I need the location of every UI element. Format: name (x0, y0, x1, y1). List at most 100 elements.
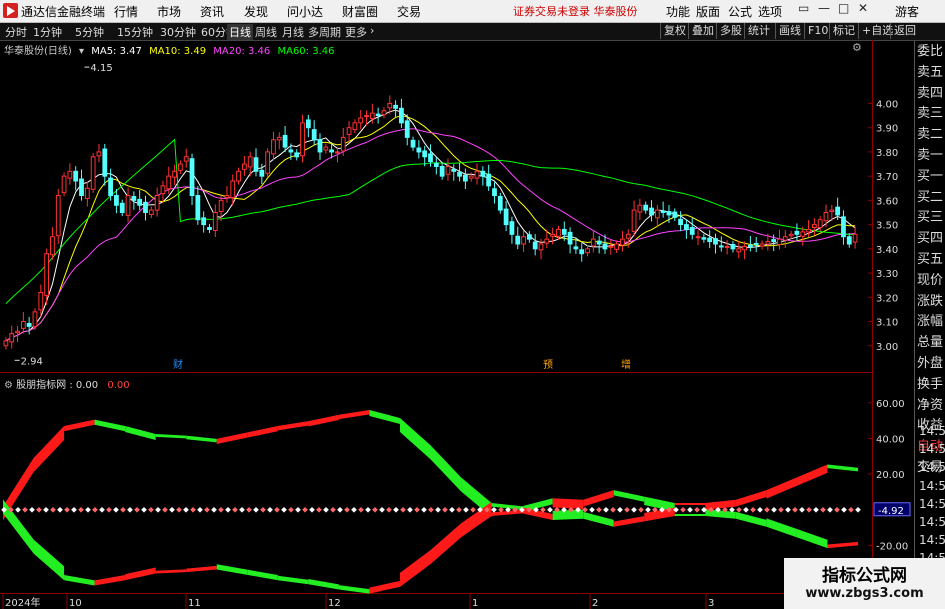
candle-body (590, 238, 596, 247)
candle-body (713, 238, 718, 245)
chart-canvas[interactable]: 4.15 2.94 3.00 3.10 3.20 3.30 3.40 3.50 3.60 3.7… (0, 0, 945, 609)
panel-item-buy3[interactable]: 买三 (917, 208, 945, 229)
indicator-zero-dot (204, 506, 210, 513)
candle-body (573, 246, 579, 250)
panel-item-volume[interactable]: 总量 (917, 333, 945, 354)
indicator-zero-dot (141, 506, 147, 513)
candle-body (15, 330, 20, 334)
indicator-zero-dot (92, 506, 98, 513)
panel-item-buy5[interactable]: 买五 (917, 250, 945, 271)
indicator-zero-dot (827, 506, 833, 513)
candle-body (410, 139, 416, 148)
panel-item-buy1[interactable]: 买一 (917, 167, 945, 188)
indicator-upper-band (735, 490, 767, 507)
panel-item-weibi[interactable]: 委比 (917, 42, 945, 63)
close-icon[interactable]: ⚙ (852, 42, 862, 53)
candle-body (300, 122, 305, 157)
candle-body (532, 241, 538, 250)
price-tick-label: 3.20 (876, 293, 898, 304)
panel-item-sell1[interactable]: 卖一 (917, 146, 945, 167)
indicator-zero-dot (456, 506, 462, 513)
candle-body (567, 231, 573, 245)
indicator-zero-dot (617, 506, 623, 513)
candle-body (114, 195, 119, 206)
price-tick-label: 3.80 (876, 148, 898, 159)
panel-item-sell5[interactable]: 卖五 (917, 63, 945, 84)
candle-body (730, 243, 736, 250)
indicator-zero-dot (267, 506, 273, 513)
indicator-lower-band (247, 569, 278, 581)
price-tick-label: 3.40 (876, 245, 898, 256)
indicator-zero-dot (57, 506, 63, 513)
price-tick-label: 4.00 (876, 99, 898, 110)
candle-body (748, 244, 753, 247)
indicator-zero-dot (22, 506, 28, 513)
panel-item-sell2[interactable]: 卖二 (917, 125, 945, 146)
candle-body (393, 104, 398, 109)
candle-body (788, 233, 794, 237)
indicator-tick-label: 60.00 (876, 399, 905, 410)
indicator-zero-dot (253, 506, 259, 513)
candle-body (108, 177, 113, 197)
candle-body (811, 224, 817, 229)
panel-item-turnover[interactable]: 换手 (917, 375, 945, 396)
panel-item-sell3[interactable]: 卖三 (917, 104, 945, 125)
price-annotation-label: 2.94 (21, 356, 43, 367)
candle-body (102, 148, 108, 177)
indicator-upper-band (64, 419, 95, 432)
tick-time: 14:55 (919, 442, 945, 457)
indicator-upper-band (216, 432, 248, 445)
panel-item-buy4[interactable]: 买四 (917, 229, 945, 250)
candle-body (79, 178, 84, 197)
date-tick-label: 3 (708, 598, 714, 609)
indicator-lower-band (277, 575, 309, 585)
candle-body (718, 245, 724, 248)
indicator-upper-band (125, 426, 156, 441)
candle-body (526, 234, 532, 240)
indicator-zero-dot (281, 506, 287, 513)
candle-body (596, 240, 602, 245)
candle-body (369, 112, 375, 119)
candle-body (3, 340, 9, 347)
candle-body (32, 311, 38, 327)
candle-body (90, 156, 96, 190)
candle-body (439, 165, 445, 177)
candle-body (753, 243, 759, 246)
indicator-zero-dot (232, 506, 238, 513)
indicator-zero-dot (386, 506, 392, 513)
indicator-name-label: 股朋指标网 (16, 380, 67, 391)
candle-body (160, 185, 166, 195)
candle-body (404, 120, 410, 138)
chevron-down-icon[interactable]: ▾ (79, 46, 84, 57)
panel-item-nav[interactable]: 净资 (917, 396, 945, 417)
candle-body (474, 170, 480, 179)
indicator-zero-dot (120, 506, 126, 513)
candle-body (305, 119, 311, 129)
panel-item-change-pct[interactable]: 涨幅 (917, 312, 945, 333)
price-tick-label: 3.70 (876, 172, 898, 183)
candle-body (329, 149, 335, 153)
indicator-upper-band (277, 421, 309, 431)
candle-body (742, 245, 747, 251)
indicator-zero-dot (85, 506, 91, 513)
candle-body (148, 209, 154, 215)
indicator-zero-dot (848, 506, 854, 513)
candle-body (335, 151, 340, 154)
panel-item-outer[interactable]: 外盘 (917, 354, 945, 375)
candle-body (707, 237, 713, 243)
candle-body (288, 149, 294, 153)
price-tick-label: 3.50 (876, 221, 898, 232)
panel-item-change[interactable]: 涨跌 (917, 292, 945, 313)
tick-time: 14:55 (919, 424, 945, 438)
indicator-zero-dot (757, 506, 763, 513)
panel-item-sell4[interactable]: 卖四 (917, 84, 945, 105)
candle-body (602, 243, 608, 250)
panel-item-price[interactable]: 现价 (917, 271, 945, 292)
gear-icon[interactable]: ⚙ (4, 380, 13, 391)
indicator-zero-dot (820, 506, 826, 513)
indicator-zero-dot (302, 506, 308, 513)
panel-item-buy2[interactable]: 买二 (917, 188, 945, 209)
indicator-zero-dot (463, 506, 469, 513)
tick-time: 14:56 (919, 514, 945, 529)
candle-body (445, 165, 451, 175)
